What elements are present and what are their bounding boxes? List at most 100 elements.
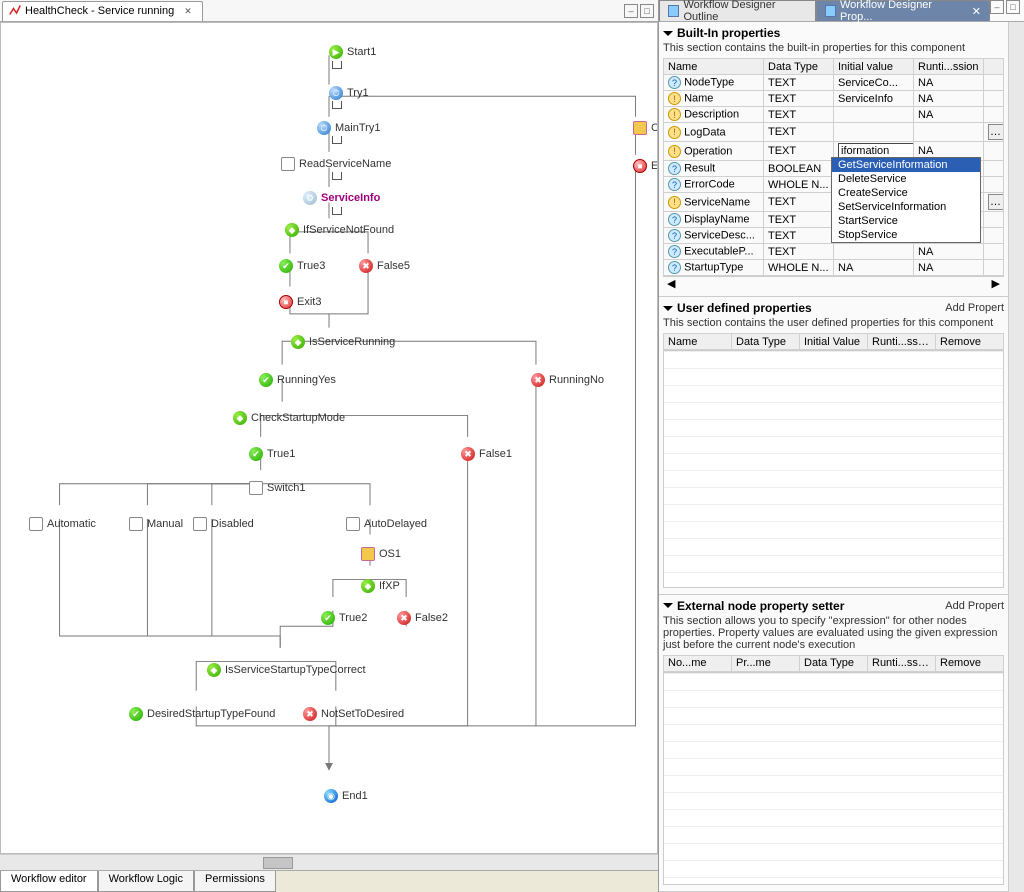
node-serviceinfo[interactable]: ⚙ServiceInfo	[303, 191, 380, 205]
node-disabled[interactable]: ▭Disabled	[193, 517, 254, 531]
node-runningyes[interactable]: ✔RunningYes	[259, 373, 336, 387]
prop-extra[interactable]: …	[984, 193, 1004, 212]
vertical-scrollbar[interactable]	[1008, 22, 1024, 892]
prop-initial[interactable]	[834, 123, 914, 142]
x-icon: ✖	[397, 611, 411, 625]
prop-extra[interactable]: …	[984, 123, 1004, 142]
node-os1[interactable]: OS1	[361, 547, 401, 561]
editor-tab[interactable]: HealthCheck - Service running ✕	[2, 1, 203, 21]
prop-type: TEXT	[764, 75, 834, 91]
collapse-icon[interactable]	[663, 306, 673, 311]
node-true1[interactable]: ✔True1	[249, 447, 295, 461]
prop-initial[interactable]: ServiceCo...	[834, 75, 914, 91]
scroll-thumb[interactable]	[263, 857, 293, 869]
tab-workflow-logic[interactable]: Workflow Logic	[98, 871, 194, 892]
collapse-icon[interactable]	[663, 31, 673, 36]
operation-dropdown[interactable]: GetServiceInformationDeleteServiceCreate…	[831, 157, 981, 243]
dropdown-option[interactable]: GetServiceInformation	[832, 158, 980, 172]
tab-permissions[interactable]: Permissions	[194, 871, 276, 892]
prop-type: TEXT	[764, 91, 834, 107]
builtin-hscroll[interactable]: ◀▶	[663, 276, 1004, 290]
prop-initial[interactable]: ServiceInfo	[834, 91, 914, 107]
node-runningno[interactable]: ✖RunningNo	[531, 373, 604, 387]
node-autodelayed[interactable]: ▭AutoDelayed	[346, 517, 427, 531]
col-remove[interactable]: Remove	[936, 334, 1004, 350]
add-property-link[interactable]: Add Propert	[945, 600, 1004, 612]
maximize-icon[interactable]: □	[640, 4, 654, 18]
prop-initial[interactable]	[834, 107, 914, 123]
prop-initial[interactable]	[834, 244, 914, 260]
node-ifxp[interactable]: ◆IfXP	[361, 579, 400, 593]
horizontal-scrollbar[interactable]	[0, 854, 658, 870]
property-row[interactable]: ? ExecutableP...TEXTNA	[664, 244, 1004, 260]
col-name[interactable]: Name	[664, 59, 764, 75]
dropdown-option[interactable]: StopService	[832, 228, 980, 242]
col-remove[interactable]: Remove	[936, 655, 1004, 671]
prop-initial[interactable]: NA	[834, 260, 914, 276]
node-ifservicenotfound[interactable]: ◆IfServiceNotFound	[285, 223, 394, 237]
section-description: This section allows you to specify "expr…	[663, 615, 1004, 651]
node-false2[interactable]: ✖False2	[397, 611, 448, 625]
col-runtime[interactable]: Runti...ssion	[868, 655, 936, 671]
col-node[interactable]: No...me	[664, 655, 732, 671]
close-icon[interactable]: ✕	[184, 6, 192, 17]
col-type[interactable]: Data Type	[764, 59, 834, 75]
node-true2[interactable]: ✔True2	[321, 611, 367, 625]
userdef-table: Name Data Type Initial Value Runti...ssi…	[663, 333, 1004, 350]
maximize-icon[interactable]: □	[1006, 0, 1020, 14]
warning-icon: !	[668, 196, 681, 209]
workflow-canvas[interactable]: ▶Start1 ⏱Try1 ⏱MainTry1 Catch1 ⏹Exit1 AR…	[0, 22, 658, 854]
tab-workflow-editor[interactable]: Workflow editor	[0, 871, 98, 892]
node-maintry1[interactable]: ⏱MainTry1	[317, 121, 380, 135]
dropdown-option[interactable]: StartService	[832, 214, 980, 228]
col-initial[interactable]: Initial value	[834, 59, 914, 75]
start-icon: ▶	[329, 45, 343, 59]
node-exit3[interactable]: ⏹Exit3	[279, 295, 321, 309]
minimize-icon[interactable]: –	[990, 0, 1004, 14]
minimize-icon[interactable]: –	[624, 4, 638, 18]
add-property-link[interactable]: Add Propert	[945, 302, 1004, 314]
dropdown-option[interactable]: SetServiceInformation	[832, 200, 980, 214]
node-desiredfound[interactable]: ✔DesiredStartupTypeFound	[129, 707, 275, 721]
node-try1[interactable]: ⏱Try1	[329, 86, 369, 100]
col-prop[interactable]: Pr...me	[732, 655, 800, 671]
col-type[interactable]: Data Type	[800, 655, 868, 671]
property-row[interactable]: ? StartupTypeWHOLE N...NANA	[664, 260, 1004, 276]
col-runtime[interactable]: Runti...ssion	[914, 59, 984, 75]
dropdown-option[interactable]: CreateService	[832, 186, 980, 200]
tab-designer-properties[interactable]: Workflow Designer Prop...✕	[816, 0, 990, 21]
collapse-icon[interactable]	[663, 603, 673, 608]
node-isservicerunning[interactable]: ◆IsServiceRunning	[291, 335, 395, 349]
node-catch1[interactable]: Catch1	[633, 121, 658, 135]
prop-extra	[984, 75, 1004, 91]
dropdown-option[interactable]: DeleteService	[832, 172, 980, 186]
node-manual[interactable]: ▭Manual	[129, 517, 183, 531]
tab-designer-outline[interactable]: Workflow Designer Outline	[659, 0, 816, 21]
node-switch1[interactable]: ≡Switch1	[249, 481, 306, 495]
ellipsis-button[interactable]: …	[988, 194, 1004, 210]
bracket-glyph	[332, 207, 342, 215]
ellipsis-button[interactable]: …	[988, 124, 1004, 140]
col-name[interactable]: Name	[664, 334, 732, 350]
node-notsettodesired[interactable]: ✖NotSetToDesired	[303, 707, 404, 721]
property-row[interactable]: ! DescriptionTEXTNA	[664, 107, 1004, 123]
node-isstarttypecorrect[interactable]: ◆IsServiceStartupTypeCorrect	[207, 663, 366, 677]
node-false1[interactable]: ✖False1	[461, 447, 512, 461]
userdef-empty-grid	[663, 350, 1004, 588]
node-checkstartupmode[interactable]: ◆CheckStartupMode	[233, 411, 345, 425]
node-true3[interactable]: ✔True3	[279, 259, 325, 273]
property-row[interactable]: ! LogDataTEXT…	[664, 123, 1004, 142]
node-false5[interactable]: ✖False5	[359, 259, 410, 273]
node-readservicename[interactable]: AReadServiceName	[281, 157, 391, 171]
prop-name: LogData	[684, 126, 726, 138]
property-row[interactable]: ! NameTEXTServiceInfoNA	[664, 91, 1004, 107]
node-start1[interactable]: ▶Start1	[329, 45, 376, 59]
node-end1[interactable]: ◉End1	[324, 789, 368, 803]
node-exit1[interactable]: ⏹Exit1	[633, 159, 658, 173]
property-row[interactable]: ? NodeTypeTEXTServiceCo...NA	[664, 75, 1004, 91]
node-automatic[interactable]: ▭Automatic	[29, 517, 96, 531]
close-icon[interactable]: ✕	[972, 5, 981, 18]
col-runtime[interactable]: Runti...ssion	[868, 334, 936, 350]
col-initial[interactable]: Initial Value	[800, 334, 868, 350]
col-type[interactable]: Data Type	[732, 334, 800, 350]
